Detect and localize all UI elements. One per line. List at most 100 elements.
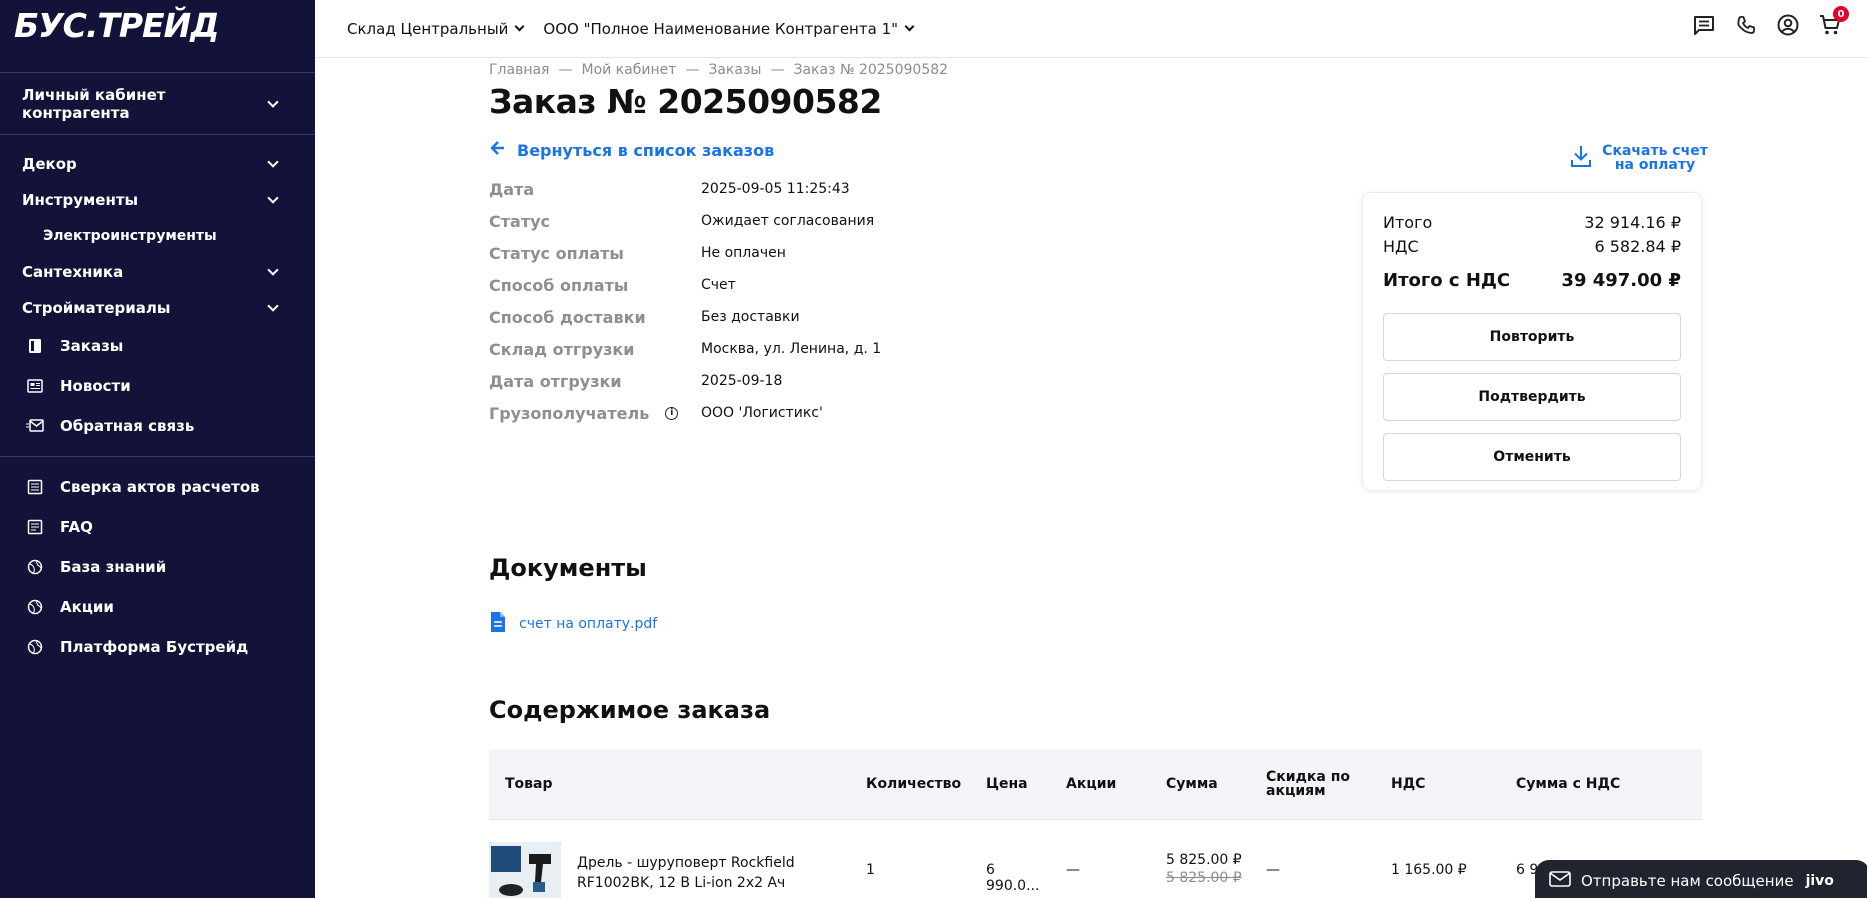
back-link-label: Вернуться в список заказов: [517, 140, 775, 160]
news-icon: [26, 377, 44, 395]
globe-icon: [26, 598, 44, 616]
chevron-down-icon: [514, 21, 525, 32]
col-discount: Скидка по акциям: [1250, 770, 1375, 798]
detail-label: Статус оплаты: [489, 243, 624, 263]
faq-icon: [26, 518, 44, 536]
file-icon: [489, 611, 507, 637]
summary-vat-label: НДС: [1383, 236, 1419, 256]
summary-grand-label: Итого с НДС: [1383, 269, 1511, 291]
logo[interactable]: БУС.ТРЕЙД: [0, 0, 315, 73]
documents-title: Документы: [489, 554, 647, 582]
warehouse-dropdown[interactable]: Склад Центральный: [347, 19, 525, 38]
sidebar-item-platform[interactable]: Платформа Бустрейд: [0, 627, 315, 667]
cancel-button[interactable]: Отменить: [1383, 433, 1681, 481]
col-qty: Количество: [866, 776, 962, 792]
chevron-down-icon: [904, 21, 915, 32]
col-vat: НДС: [1391, 776, 1426, 792]
detail-value: Счет: [701, 277, 736, 293]
cart-count-badge: 0: [1833, 6, 1849, 22]
cabinet-dropdown[interactable]: Личный кабинет контрагента: [0, 73, 315, 135]
document-link[interactable]: счет на оплату.pdf: [489, 611, 657, 637]
vat-cell: 1 165.00 ₽: [1391, 862, 1467, 878]
sidebar-item-knowledge[interactable]: База знаний: [0, 547, 315, 587]
phone-icon[interactable]: [1735, 14, 1757, 36]
sidebar-item-orders[interactable]: Заказы: [0, 326, 315, 366]
sidebar-item-label: Платформа Бустрейд: [60, 638, 249, 656]
col-product: Товар: [505, 776, 553, 792]
col-sum-vat: Сумма с НДС: [1516, 776, 1621, 792]
discount-cell: —: [1266, 862, 1280, 878]
repeat-button[interactable]: Повторить: [1383, 313, 1681, 361]
warehouse-label: Склад Центральный: [347, 19, 509, 38]
download-invoice-link[interactable]: Скачать счет на оплату: [1570, 144, 1710, 172]
sum-value: 5 825.00 ₽: [1166, 852, 1242, 868]
divider: [0, 456, 315, 457]
sidebar-item-label: Стройматериалы: [22, 299, 171, 317]
sidebar-item-news[interactable]: Новости: [0, 366, 315, 406]
sidebar-item-label: Акции: [60, 598, 114, 616]
order-items-table: Товар Количество Цена Акции Сумма Скидка…: [489, 749, 1702, 898]
feedback-icon: [26, 417, 44, 435]
sidebar-item-label: Обратная связь: [60, 417, 195, 435]
sidebar-item-tools[interactable]: Инструменты: [0, 182, 315, 218]
detail-value: 2025-09-05 11:25:43: [701, 181, 850, 197]
chevron-down-icon: [267, 300, 279, 312]
sidebar-item-promotions[interactable]: Акции: [0, 587, 315, 627]
detail-label: Способ оплаты: [489, 275, 629, 295]
detail-value: Не оплачен: [701, 245, 786, 261]
detail-label: Склад отгрузки: [489, 339, 635, 359]
confirm-button[interactable]: Подтвердить: [1383, 373, 1681, 421]
product-cell[interactable]: Дрель - шуруповерт Rockfield RF1002BK, 12…: [489, 820, 850, 898]
breadcrumb-current: Заказ № 2025090582: [793, 62, 949, 78]
download-label: Скачать счет на оплату: [1600, 144, 1710, 172]
detail-value: ООО 'Логистикс': [701, 405, 823, 421]
logo-text: БУС.ТРЕЙД: [14, 6, 220, 45]
breadcrumb-link[interactable]: Главная: [489, 62, 549, 78]
product-name-line1: Дрель - шуруповерт Rockfield: [577, 855, 795, 871]
detail-label: Статус: [489, 211, 550, 231]
chat-icon[interactable]: [1693, 14, 1715, 36]
sidebar-item-faq[interactable]: FAQ: [0, 507, 315, 547]
cart-icon[interactable]: 0: [1819, 6, 1849, 36]
product-name[interactable]: Дрель - шуруповерт Rockfield RF1002BK, 12…: [561, 820, 826, 898]
breadcrumb-link[interactable]: Мой кабинет: [581, 62, 676, 78]
col-sum: Сумма: [1166, 776, 1218, 792]
chat-widget-label: Отправьте нам сообщение: [1581, 872, 1794, 890]
col-discount-line2: акциям: [1266, 783, 1326, 799]
sidebar-item-label: FAQ: [60, 518, 93, 536]
chevron-down-icon: [267, 156, 279, 168]
breadcrumb-link[interactable]: Заказы: [708, 62, 761, 78]
table-row: Дрель - шуруповерт Rockfield RF1002BK, 12…: [489, 819, 1702, 898]
info-icon[interactable]: i: [665, 406, 679, 420]
counterparty-dropdown[interactable]: ООО "Полное Наименование Контрагента 1": [543, 20, 915, 38]
chevron-down-icon: [267, 192, 279, 204]
detail-value: Без доставки: [701, 309, 800, 325]
document-filename: счет на оплату.pdf: [519, 616, 658, 632]
summary-vat-value: 6 582.84 ₽: [1594, 236, 1681, 256]
sidebar-item-reconciliation[interactable]: Сверка актов расчетов: [0, 467, 315, 507]
qty-cell: 1: [866, 862, 875, 878]
account-icon[interactable]: [1777, 14, 1799, 36]
detail-value: Москва, ул. Ленина, д. 1: [701, 341, 882, 357]
table-header: Товар Количество Цена Акции Сумма Скидка…: [489, 749, 1702, 819]
arrow-left-icon: [489, 140, 505, 160]
main-content: Главная — Мой кабинет — Заказы — Заказ № 20250…: [489, 58, 1708, 898]
sidebar-item-label: Новости: [60, 377, 131, 395]
breadcrumb: Главная — Мой кабинет — Заказы — Заказ № 20250…: [489, 62, 949, 78]
detail-label: Способ доставки: [489, 307, 646, 327]
col-price: Цена: [986, 776, 1028, 792]
sidebar-item-materials[interactable]: Стройматериалы: [0, 290, 315, 326]
sidebar-item-decor[interactable]: Декор: [0, 146, 315, 182]
sum-cell: 5 825.00 ₽ 5 825.00 ₽: [1150, 820, 1250, 886]
sidebar-item-feedback[interactable]: Обратная связь: [0, 406, 315, 446]
back-to-orders-link[interactable]: Вернуться в список заказов: [489, 140, 1702, 160]
sidebar-subitem-power-tools[interactable]: Электроинструменты: [0, 218, 315, 254]
sidebar-item-label: Декор: [22, 155, 77, 173]
promo-cell: —: [1066, 862, 1080, 878]
product-image[interactable]: [489, 842, 561, 898]
summary-total-value: 32 914.16 ₽: [1584, 212, 1681, 232]
sidebar-item-plumbing[interactable]: Сантехника: [0, 254, 315, 290]
chat-widget[interactable]: Отправьте нам сообщение jivo: [1535, 860, 1867, 898]
globe-icon: [26, 638, 44, 656]
col-promo: Акции: [1066, 776, 1117, 792]
